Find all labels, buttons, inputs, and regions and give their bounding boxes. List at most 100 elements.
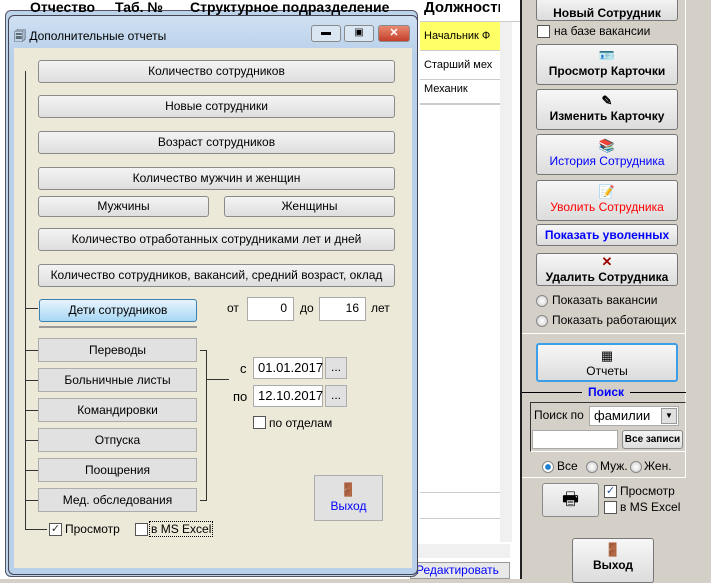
panel-excel-label: в MS Excel <box>620 500 681 514</box>
excel-label: в MS Excel <box>149 521 214 537</box>
excel-checkbox[interactable] <box>135 523 148 536</box>
vacations-button[interactable]: Отпуска <box>38 428 197 452</box>
panel-exit-button[interactable]: 🚪 Выход <box>572 538 654 583</box>
edit-card-button[interactable]: ✎ Изменить Карточку <box>536 89 678 130</box>
tree-line <box>25 529 47 530</box>
reports-button[interactable]: ▦ Отчеты <box>536 343 678 382</box>
row-divider <box>420 492 500 493</box>
search-by-label: Поиск по <box>534 408 584 422</box>
tree-branch <box>25 380 38 381</box>
view-card-label: Просмотр Карточки <box>548 64 666 78</box>
all-records-button[interactable]: Все записи <box>622 430 683 449</box>
search-field-value: фамилии <box>594 408 651 423</box>
tree-branch <box>25 410 38 411</box>
column-header-position[interactable]: Должность <box>424 0 500 18</box>
employee-count-button[interactable]: Количество сотрудников <box>38 60 395 83</box>
show-dismissed-button[interactable]: Показать уволенных <box>536 224 678 246</box>
horizontal-scrollbar[interactable] <box>418 544 510 558</box>
table-row[interactable]: Начальник Ф <box>420 22 500 51</box>
date-from-label: с <box>240 361 247 376</box>
sick-leave-button[interactable]: Больничные листы <box>38 368 197 392</box>
delete-button[interactable]: ✕ Удалить Сотрудника <box>536 253 678 286</box>
male-radio[interactable] <box>586 461 598 473</box>
date-to-picker-button[interactable]: ... <box>325 385 347 407</box>
dialog-exit-button[interactable]: 🚪 Выход <box>314 475 383 521</box>
age-from-input[interactable]: 0 <box>247 297 294 321</box>
table-row[interactable]: Механик <box>420 75 500 104</box>
male-label: Муж. <box>600 459 628 473</box>
bracket-line <box>207 379 229 380</box>
from-label: от <box>227 301 239 315</box>
years-label: лет <box>371 301 390 315</box>
tree-branch <box>25 500 38 501</box>
date-from-input[interactable]: 01.01.2017 <box>253 357 323 379</box>
reports-label: Отчеты <box>586 364 628 378</box>
edit-button[interactable]: Редактировать <box>410 562 510 579</box>
dismiss-button[interactable]: 📝 Уволить Сотрудника <box>536 180 678 221</box>
preview-label: Просмотр <box>65 522 120 536</box>
delete-x-icon: ✕ <box>601 254 613 269</box>
panel-excel-checkbox[interactable] <box>604 501 617 514</box>
medical-button[interactable]: Мед. обследования <box>38 488 197 512</box>
search-title: Поиск <box>582 385 631 399</box>
edit-person-icon: ✎ <box>601 93 613 108</box>
date-from-picker-button[interactable]: ... <box>325 357 347 379</box>
chevron-down-icon[interactable]: ▼ <box>661 408 677 424</box>
search-field-select[interactable]: фамилии ▼ <box>589 406 679 426</box>
dialog-title: 🗐 Дополнительные отчеты <box>14 27 166 48</box>
maximize-button[interactable]: ▣ <box>344 25 374 42</box>
close-button[interactable]: ✕ <box>378 25 410 42</box>
by-dept-checkbox[interactable] <box>253 416 266 429</box>
card-icon: 🪪 <box>598 48 616 63</box>
vacancy-base-label: на базе вакансии <box>554 24 651 38</box>
vacancy-base-checkbox[interactable] <box>537 25 550 38</box>
history-button[interactable]: 📚 История Сотрудника <box>536 134 678 175</box>
rewards-button[interactable]: Поощрения <box>38 458 197 482</box>
preview-checkbox[interactable]: ✓ <box>49 523 62 536</box>
history-label: История Сотрудника <box>549 154 665 168</box>
reports-icon: 🗐 <box>14 29 30 43</box>
print-button[interactable]: 🖶 <box>542 483 599 517</box>
vertical-scrollbar[interactable] <box>500 22 512 542</box>
exit-door-icon: 🚪 <box>604 542 622 557</box>
employee-age-button[interactable]: Возраст сотрудников <box>38 131 395 154</box>
transfers-button[interactable]: Переводы <box>38 338 197 362</box>
exit-door-icon: 🚪 <box>340 482 357 497</box>
men-button[interactable]: Мужчины <box>38 196 209 217</box>
view-card-button[interactable]: 🪪 Просмотр Карточки <box>536 44 678 85</box>
new-employees-button[interactable]: Новые сотрудники <box>38 95 395 118</box>
printer-icon: 🖶 <box>562 489 579 509</box>
new-employee-button[interactable]: Новый Сотрудник <box>536 0 678 21</box>
show-working-radio[interactable] <box>536 315 548 327</box>
age-to-input[interactable]: 16 <box>319 297 366 321</box>
date-to-input[interactable]: 12.10.2017 <box>253 385 323 407</box>
bracket <box>200 350 207 501</box>
separator <box>39 326 197 328</box>
female-radio[interactable] <box>630 461 642 473</box>
dialog-title-text: Дополнительные отчеты <box>29 29 167 43</box>
women-button[interactable]: Женщины <box>224 196 395 217</box>
children-button[interactable]: Дети сотрудников <box>39 299 197 322</box>
tree-branch <box>25 308 38 309</box>
by-dept-label: по отделам <box>269 416 333 430</box>
show-working-label: Показать работающих <box>552 313 677 327</box>
divider <box>522 333 686 334</box>
female-label: Жен. <box>644 459 672 473</box>
column-header-department[interactable]: Структурное подразделение <box>190 0 418 16</box>
column-header-tab-no[interactable]: Таб. № <box>115 0 175 16</box>
business-trips-button[interactable]: Командировки <box>38 398 197 422</box>
show-vacancies-radio[interactable] <box>536 295 548 307</box>
search-input[interactable] <box>532 430 618 449</box>
all-radio[interactable] <box>542 461 554 473</box>
panel-preview-checkbox[interactable]: ✓ <box>604 485 617 498</box>
men-women-count-button[interactable]: Количество мужчин и женщин <box>38 167 395 190</box>
minimize-button[interactable]: ▬ <box>311 25 341 42</box>
row-divider <box>420 104 500 105</box>
date-to-label: по <box>233 389 248 404</box>
show-vacancies-label: Показать вакансии <box>552 293 658 307</box>
row-divider <box>420 518 500 519</box>
all-label: Все <box>557 459 578 473</box>
vacancies-salary-button[interactable]: Количество сотрудников, вакансий, средни… <box>38 264 395 287</box>
column-header-patronymic[interactable]: Отчество <box>30 0 110 16</box>
years-days-button[interactable]: Количество отработанных сотрудниками лет… <box>38 228 395 251</box>
